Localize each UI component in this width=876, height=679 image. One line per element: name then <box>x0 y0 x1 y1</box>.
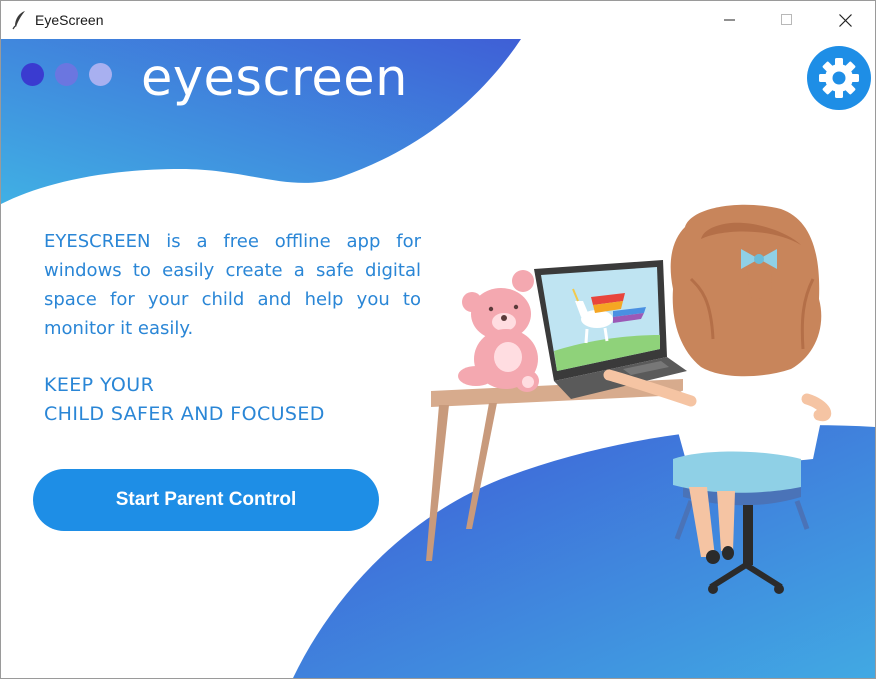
minimize-button[interactable] <box>701 1 759 39</box>
feather-icon <box>12 11 25 30</box>
maximize-button[interactable] <box>758 1 816 39</box>
minimize-icon <box>724 19 735 21</box>
girl <box>603 204 832 564</box>
maximize-icon <box>781 14 792 25</box>
desk <box>426 379 683 561</box>
close-icon <box>838 13 852 27</box>
teddy-bear <box>458 270 539 392</box>
close-button[interactable] <box>816 1 874 39</box>
child-at-laptop-illustration <box>426 204 832 594</box>
window-title: EyeScreen <box>35 12 104 28</box>
app-window: EyeScreen eyescreen EYESCREEN is a free … <box>0 0 876 679</box>
title-bar[interactable]: EyeScreen <box>1 1 875 39</box>
main-content: eyescreen EYESCREEN is a free offline ap… <box>1 39 875 678</box>
